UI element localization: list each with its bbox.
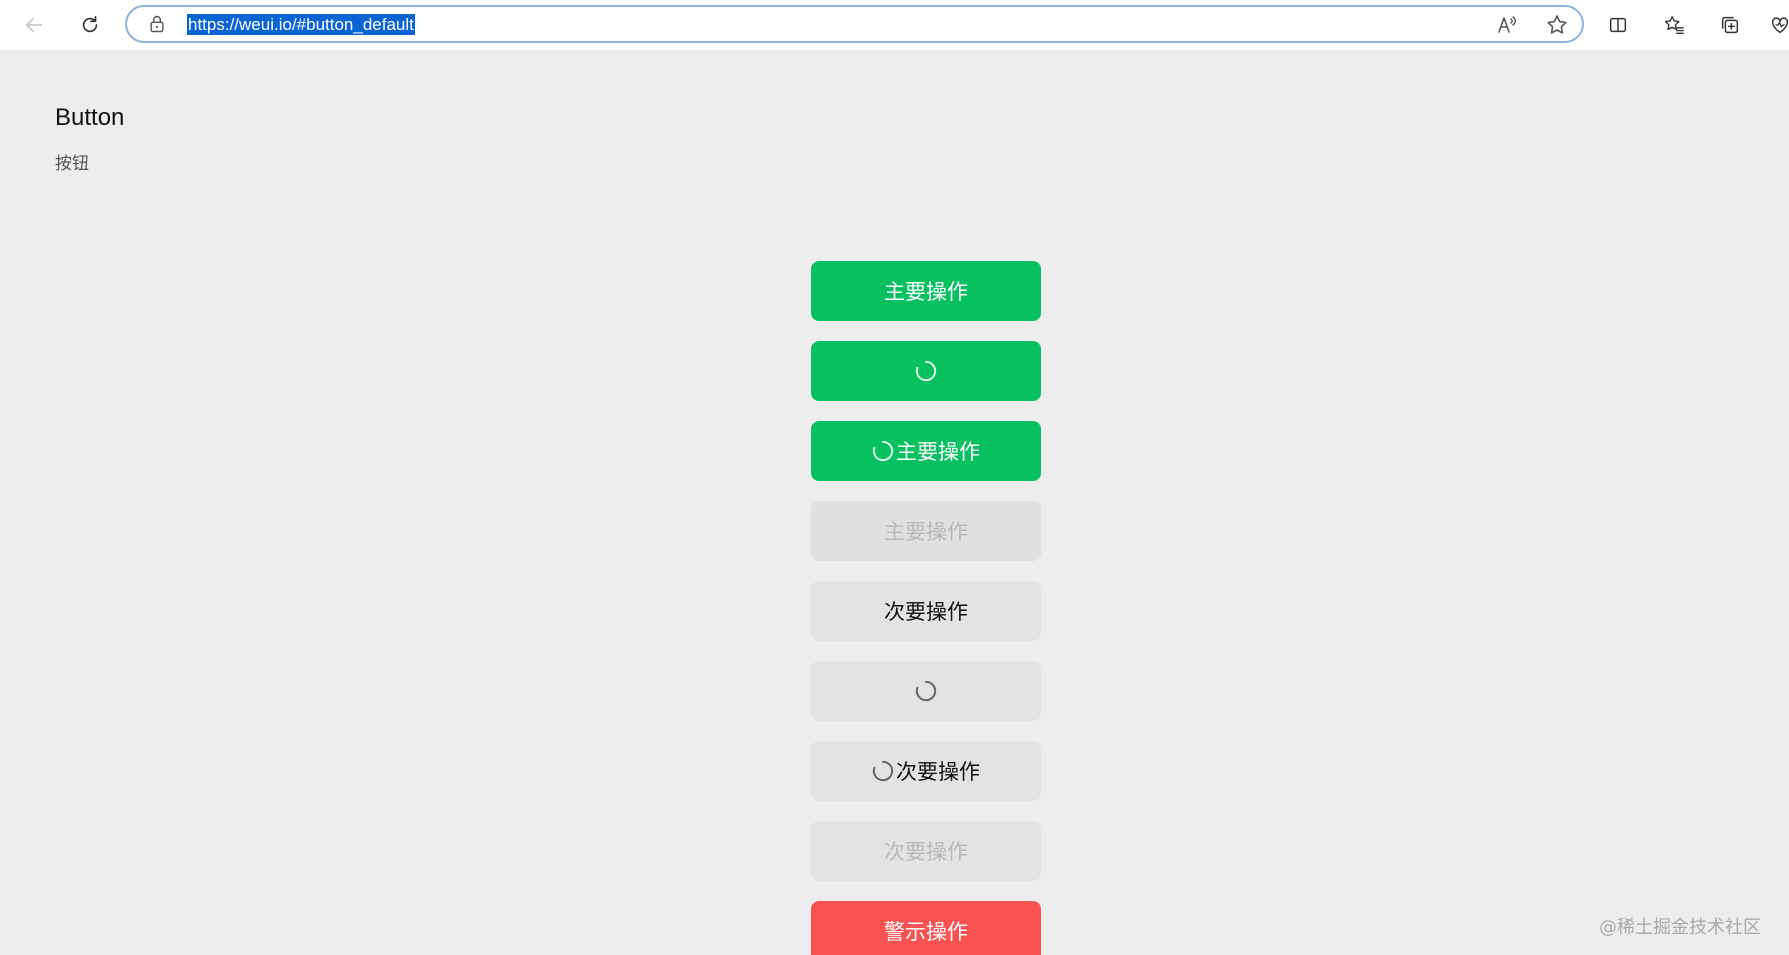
- collections-button[interactable]: [1712, 7, 1748, 43]
- split-screen-icon: [1609, 17, 1627, 33]
- read-aloud-icon[interactable]: [1495, 13, 1519, 37]
- url-text[interactable]: https://weui.io/#button_default: [187, 14, 415, 35]
- secondary-loading-button[interactable]: [811, 661, 1041, 721]
- warn-button[interactable]: 警示操作: [811, 901, 1041, 955]
- split-screen-button[interactable]: [1600, 7, 1636, 43]
- primary-loading-button[interactable]: [811, 341, 1041, 401]
- primary-button[interactable]: 主要操作: [811, 261, 1041, 321]
- back-button[interactable]: [16, 7, 52, 43]
- address-bar[interactable]: https://weui.io/#button_default: [125, 5, 1584, 43]
- primary-disabled-button[interactable]: 主要操作: [811, 501, 1041, 561]
- warn-button-label: 警示操作: [884, 920, 968, 944]
- collections-icon: [1721, 16, 1739, 34]
- secondary-button[interactable]: 次要操作: [811, 581, 1041, 641]
- secondary-loading-label-button[interactable]: 次要操作: [811, 741, 1041, 801]
- favorites-button[interactable]: [1656, 7, 1692, 43]
- primary-disabled-label: 主要操作: [884, 520, 968, 544]
- primary-button-label: 主要操作: [884, 280, 968, 304]
- heart-pulse-icon: [1771, 17, 1789, 34]
- secondary-loading-label: 次要操作: [896, 760, 980, 784]
- primary-loading-label: 主要操作: [896, 440, 980, 464]
- loading-spinner-icon: [915, 360, 937, 382]
- secondary-disabled-label: 次要操作: [884, 840, 968, 864]
- refresh-button[interactable]: [72, 7, 108, 43]
- browser-toolbar: https://weui.io/#button_default: [0, 0, 1789, 50]
- lock-icon[interactable]: [147, 14, 167, 34]
- watermark: @稀土掘金技术社区: [1599, 917, 1761, 938]
- loading-spinner-icon: [872, 440, 894, 462]
- secondary-button-label: 次要操作: [884, 600, 968, 624]
- star-icon[interactable]: [1545, 13, 1569, 37]
- loading-spinner-icon: [872, 760, 894, 782]
- refresh-icon: [82, 15, 98, 33]
- favorites-icon: [1664, 16, 1684, 34]
- browser-essentials-button[interactable]: [1762, 7, 1789, 43]
- arrow-left-icon: [25, 17, 43, 33]
- secondary-disabled-button[interactable]: 次要操作: [811, 821, 1041, 881]
- page-subtitle: 按钮: [55, 154, 89, 174]
- loading-spinner-icon: [915, 680, 937, 702]
- page-title: Button: [55, 104, 125, 131]
- primary-loading-label-button[interactable]: 主要操作: [811, 421, 1041, 481]
